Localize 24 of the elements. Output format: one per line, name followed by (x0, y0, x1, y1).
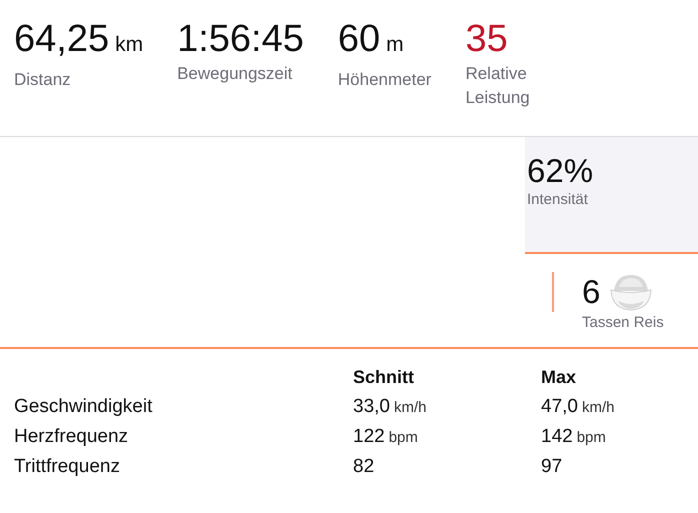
row-label: Geschwindigkeit (14, 396, 154, 418)
table-cell-text: 47,0 km/h (541, 396, 616, 418)
stat-value: 60 m (338, 17, 405, 62)
rice-bowl-icon (610, 273, 652, 311)
calories-label: Tassen Reis (582, 314, 665, 331)
stat-label: Bewegungszeit (177, 63, 294, 85)
stat-value: 1:56:45 (177, 17, 304, 62)
table-cell-text: 142 bpm (541, 426, 607, 448)
table-cell-text: 82 (353, 456, 376, 478)
table-cell-text: 122 bpm (353, 426, 419, 448)
column-header: Schnitt (353, 367, 415, 388)
row-label: Herzfrequenz (14, 426, 130, 448)
column-header: Max (541, 367, 578, 388)
row-label: Trittfrequenz (14, 456, 121, 478)
stat-value: 35 (465, 17, 509, 62)
table-cell-text: 97 (541, 456, 564, 478)
intensity-value: 62% (527, 151, 594, 191)
stat-label: Höhenmeter (338, 69, 432, 91)
stat-value: 64,25 km (14, 17, 144, 62)
calories-value: 6 (582, 272, 600, 312)
intensity-label: Intensität (527, 191, 589, 208)
stat-label: Distanz (14, 69, 72, 91)
table-cell-text: 33,0 km/h (353, 396, 428, 418)
stat-label: Relative Leistung (465, 63, 531, 109)
